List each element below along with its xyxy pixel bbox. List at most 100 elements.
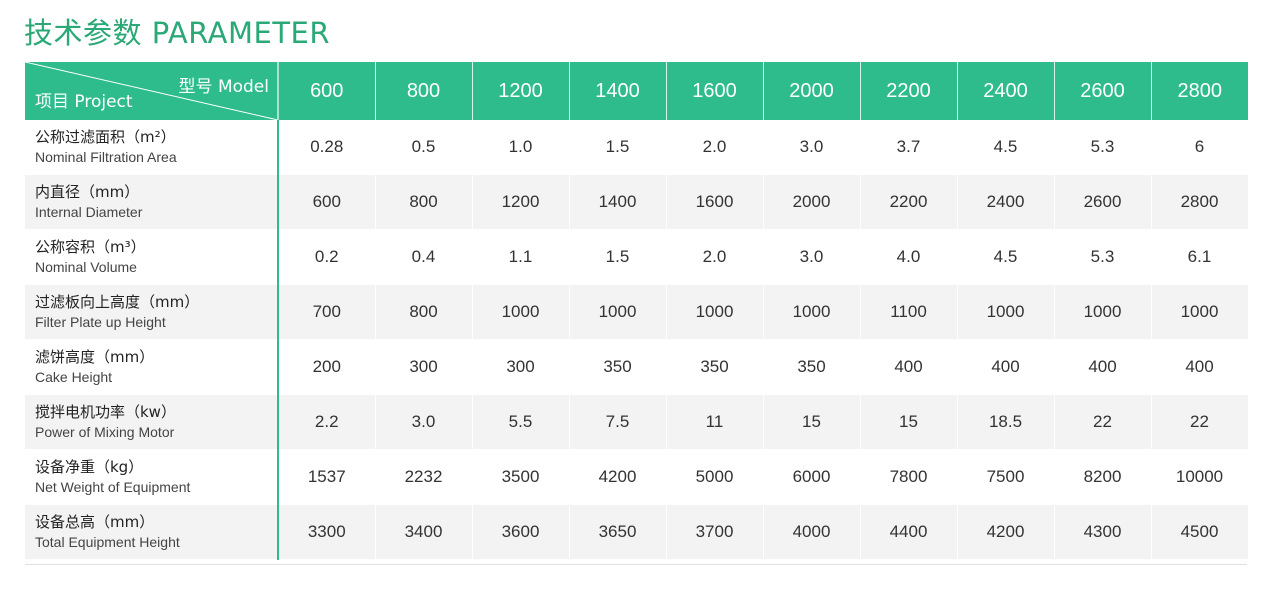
value-cell: 22	[1151, 394, 1249, 450]
value-cell: 0.28	[278, 120, 376, 175]
row-label-cn: 内直径（mm）	[35, 183, 140, 201]
value-cell: 1.1	[472, 229, 570, 285]
value-cell: 1.5	[569, 229, 667, 285]
value-cell: 200	[278, 339, 376, 395]
value-cell: 3300	[278, 504, 376, 560]
value-cell: 1000	[1151, 284, 1249, 340]
row-label-en: Nominal Filtration Area	[35, 149, 177, 165]
value-cell: 4.0	[860, 229, 958, 285]
value-cell: 400	[1151, 339, 1249, 395]
parameter-table: 型号 Model 项目 Project 600 800 1200 1400 1600 20…	[25, 62, 1249, 560]
row-label: 内直径（mm） Internal Diameter	[25, 174, 279, 230]
value-cell: 3700	[666, 504, 764, 560]
value-cell: 400	[860, 339, 958, 395]
table-row: 设备净重（kg） Net Weight of Equipment 1537 2232 3…	[25, 449, 1249, 505]
row-label: 设备净重（kg） Net Weight of Equipment	[25, 449, 279, 505]
row-label: 公称过滤面积（m²） Nominal Filtration Area	[25, 120, 279, 175]
model-header-1200: 1200	[472, 62, 570, 120]
value-cell: 22	[1054, 394, 1152, 450]
table-row: 过滤板向上高度（mm） Filter Plate up Height 700 800 1…	[25, 284, 1249, 340]
table-row: 搅拌电机功率（kw） Power of Mixing Motor 2.2 3.0 5.5…	[25, 394, 1249, 450]
model-header-600: 600	[278, 62, 376, 120]
value-cell: 0.2	[278, 229, 376, 285]
row-label-cn: 公称过滤面积（m²）	[35, 128, 176, 146]
value-cell: 3.0	[763, 229, 861, 285]
row-label-en: Power of Mixing Motor	[35, 424, 175, 440]
row-label: 搅拌电机功率（kw） Power of Mixing Motor	[25, 394, 279, 450]
value-cell: 7.5	[569, 394, 667, 450]
table-row: 公称过滤面积（m²） Nominal Filtration Area 0.28 0.5…	[25, 120, 1249, 175]
row-label: 公称容积（m³） Nominal Volume	[25, 229, 279, 285]
value-cell: 2232	[375, 449, 473, 505]
value-cell: 5000	[666, 449, 764, 505]
value-cell: 800	[375, 174, 473, 230]
value-cell: 3600	[472, 504, 570, 560]
value-cell: 1.0	[472, 120, 570, 175]
table-row: 公称容积（m³） Nominal Volume 0.2 0.4 1.1 1.5 2.0 3.0…	[25, 229, 1249, 285]
row-label-en: Cake Height	[35, 369, 113, 385]
corner-header-cell: 型号 Model 项目 Project	[25, 62, 279, 120]
value-cell: 4000	[763, 504, 861, 560]
row-label: 设备总高（mm） Total Equipment Height	[25, 504, 279, 560]
value-cell: 1537	[278, 449, 376, 505]
value-cell: 4500	[1151, 504, 1249, 560]
value-cell: 700	[278, 284, 376, 340]
value-cell: 0.4	[375, 229, 473, 285]
row-label-cn: 滤饼高度（mm）	[35, 348, 155, 366]
value-cell: 1000	[569, 284, 667, 340]
value-cell: 4.5	[957, 229, 1055, 285]
value-cell: 1200	[472, 174, 570, 230]
value-cell: 4.5	[957, 120, 1055, 175]
project-header-label: 项目 Project	[35, 92, 133, 112]
value-cell: 5.3	[1054, 120, 1152, 175]
value-cell: 1.5	[569, 120, 667, 175]
value-cell: 2600	[1054, 174, 1152, 230]
value-cell: 4300	[1054, 504, 1152, 560]
value-cell: 2200	[860, 174, 958, 230]
value-cell: 3.0	[375, 394, 473, 450]
value-cell: 5.5	[472, 394, 570, 450]
row-label: 过滤板向上高度（mm） Filter Plate up Height	[25, 284, 279, 340]
value-cell: 5.3	[1054, 229, 1152, 285]
model-header-2800: 2800	[1151, 62, 1248, 120]
value-cell: 1000	[666, 284, 764, 340]
row-label-cn: 设备净重（kg）	[35, 458, 144, 476]
model-header-2200: 2200	[860, 62, 958, 120]
model-header-1400: 1400	[569, 62, 667, 120]
value-cell: 400	[1054, 339, 1152, 395]
table-row: 设备总高（mm） Total Equipment Height 3300 3400 36…	[25, 504, 1249, 560]
value-cell: 3.0	[763, 120, 861, 175]
row-label-en: Internal Diameter	[35, 204, 143, 220]
row-label-en: Total Equipment Height	[35, 534, 180, 550]
value-cell: 3.7	[860, 120, 958, 175]
value-cell: 1000	[763, 284, 861, 340]
value-cell: 8200	[1054, 449, 1152, 505]
row-label-cn: 搅拌电机功率（kw）	[35, 403, 176, 421]
value-cell: 6	[1151, 120, 1249, 175]
row-label-en: Net Weight of Equipment	[35, 479, 191, 495]
value-cell: 15	[860, 394, 958, 450]
value-cell: 3500	[472, 449, 570, 505]
row-label-en: Nominal Volume	[35, 259, 137, 275]
value-cell: 1100	[860, 284, 958, 340]
value-cell: 3400	[375, 504, 473, 560]
model-header-label: 型号 Model	[178, 77, 269, 97]
value-cell: 350	[569, 339, 667, 395]
value-cell: 1000	[1054, 284, 1152, 340]
value-cell: 300	[375, 339, 473, 395]
value-cell: 7500	[957, 449, 1055, 505]
model-header-2400: 2400	[957, 62, 1055, 120]
value-cell: 1600	[666, 174, 764, 230]
value-cell: 11	[666, 394, 764, 450]
row-label-cn: 过滤板向上高度（mm）	[35, 293, 200, 311]
row-label-cn: 公称容积（m³）	[35, 238, 146, 256]
header-row: 型号 Model 项目 Project 600 800 1200 1400 1600 20…	[25, 62, 1248, 120]
value-cell: 4200	[569, 449, 667, 505]
row-label: 滤饼高度（mm） Cake Height	[25, 339, 279, 395]
table-row: 滤饼高度（mm） Cake Height 200 300 300 350 350 350 400…	[25, 339, 1249, 395]
row-label-cn: 设备总高（mm）	[35, 513, 155, 531]
table-row: 内直径（mm） Internal Diameter 600 800 1200 1400 16…	[25, 174, 1249, 230]
value-cell: 3650	[569, 504, 667, 560]
table-bottom-border	[25, 564, 1247, 565]
value-cell: 6000	[763, 449, 861, 505]
